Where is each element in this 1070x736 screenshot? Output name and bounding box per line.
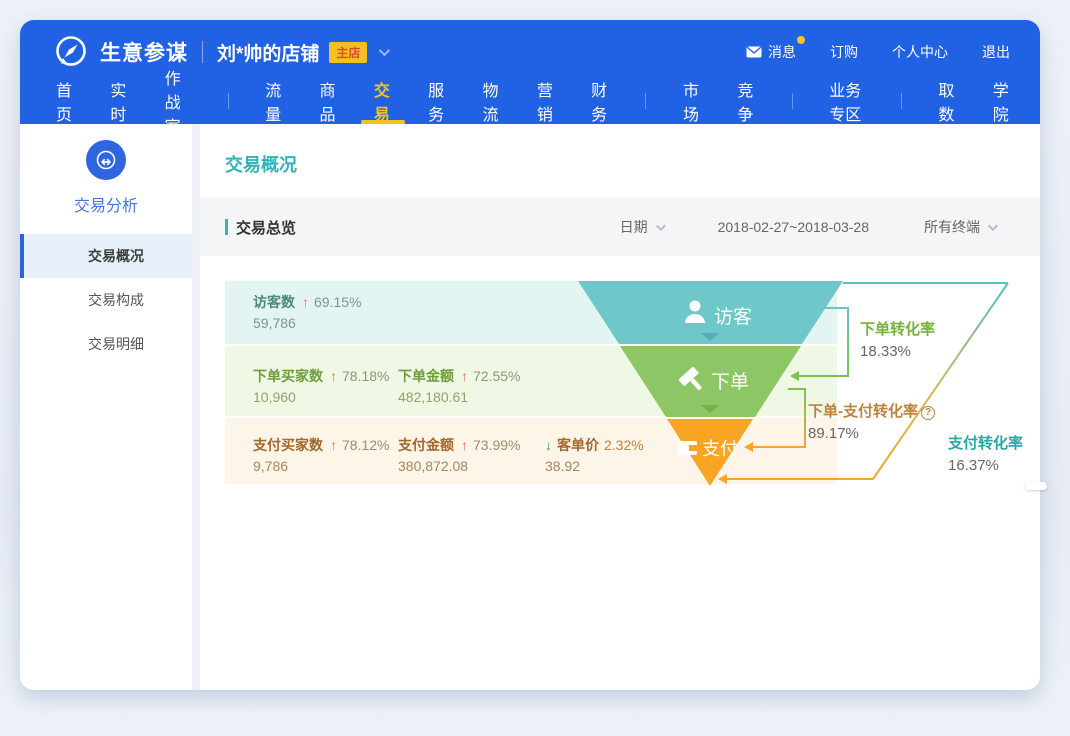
main-store-badge: 主店 [329,42,367,63]
nav-market[interactable]: 市场 [683,78,700,124]
nav-home[interactable]: 首页 [56,78,73,124]
messages-link[interactable]: 消息 [746,42,796,62]
date-range-picker[interactable]: 2018-02-27~2018-03-28 [718,219,869,235]
date-range-value: 2018-02-27~2018-03-28 [718,219,869,235]
header-utility-links: 消息 订购 个人中心 退出 [746,42,1010,62]
stage-label-payments: 支付 [702,439,738,459]
metric-order-buyers: 下单买家数↑78.18% 10,960 [253,366,389,408]
envelope-icon [746,46,762,58]
date-mode-dropdown[interactable]: 日期 [620,217,663,237]
top-header: 生意参谋 刘*帅的店铺 主店 消息 订购 个人中心 退出 首页 [20,20,1040,124]
chevron-down-icon [656,221,666,231]
nav-business-zone[interactable]: 业务专区 [829,78,864,124]
link-logout[interactable]: 退出 [982,42,1010,62]
funnel-chart: 访客 下单 支付 访客数↑69.15% 59,786 [200,256,1040,690]
nav-separator [645,93,646,109]
filter-bar: 交易总览 日期 2018-02-27~2018-03-28 所有终端 [200,198,1040,256]
stage-label-orders: 下单 [711,371,749,393]
primary-nav: 首页 实时 作战室 流量 商品 交易 服务 物流 营销 财务 市场 竞争 业务专… [20,78,1040,124]
nav-data-fetch[interactable]: 取数 [938,78,955,124]
nav-logistics[interactable]: 物流 [483,78,500,124]
nav-services[interactable]: 服务 [428,78,445,124]
nav-traffic[interactable]: 流量 [265,78,282,124]
payment-wallet-icon [678,441,697,455]
terminal-dropdown[interactable]: 所有终端 [924,217,995,237]
nav-products[interactable]: 商品 [320,78,337,124]
sidebar-item-transaction-details[interactable]: 交易明细 [20,322,192,366]
conversion-order-rate: 下单转化率 18.33% [860,319,935,363]
sidebar-item-transaction-overview[interactable]: 交易概况 [20,234,192,278]
help-icon[interactable]: ? [921,406,935,420]
conversion-payment-rate: 支付转化率 16.37% [948,433,1023,477]
sidebar-section-title: 交易分析 [20,192,192,216]
header-divider [202,41,203,63]
nav-war-room[interactable]: 作战室 [165,78,191,124]
nav-separator [792,93,793,109]
panel-title: 交易总览 [225,217,296,238]
nav-separator [901,93,902,109]
nav-transactions[interactable]: 交易 [374,78,391,124]
nav-separator [228,93,229,109]
chevron-down-icon [988,221,998,231]
page-title: 交易概况 [200,124,1040,198]
app-window: 生意参谋 刘*帅的店铺 主店 消息 订购 个人中心 退出 首页 [20,20,1040,690]
metric-avg-order-value: ↓客单价2.32% 38.92 [545,435,644,477]
nav-competition[interactable]: 竞争 [737,78,754,124]
sidebar-header: 交易分析 [20,124,192,234]
desktop-background: { "header": { "brand": "生意参谋", "shop_nam… [0,0,1070,736]
title-accent-bar [225,219,228,235]
nav-academy[interactable]: 学院 [993,78,1010,124]
terminal-value: 所有终端 [924,217,980,237]
nav-finance[interactable]: 财务 [591,78,608,124]
metric-visitor-count: 访客数↑69.15% 59,786 [253,292,361,334]
link-subscribe[interactable]: 订购 [830,42,858,62]
app-body: 交易分析 交易概况 交易构成 交易明细 交易概况 交易总览 日期 [20,124,1040,690]
conversion-order-to-pay-rate: 下单-支付转化率? 89.17% [808,401,935,445]
notification-dot [797,36,805,44]
date-mode-label: 日期 [620,217,648,237]
filters: 日期 2018-02-27~2018-03-28 所有终端 [620,217,995,237]
link-personal-center[interactable]: 个人中心 [892,42,948,62]
edge-handle[interactable] [1025,482,1047,490]
panel-gap [192,124,200,690]
messages-label: 消息 [768,42,796,62]
sycm-compass-logo-icon [52,33,90,71]
nav-marketing[interactable]: 营销 [537,78,554,124]
metric-payment-amount: 支付金额↑73.99% 380,872.08 [398,435,520,477]
nav-realtime[interactable]: 实时 [110,78,127,124]
metric-order-amount: 下单金额↑72.55% 482,180.61 [398,366,520,408]
brand-name: 生意参谋 [100,37,188,67]
shop-name: 刘*帅的店铺 [217,39,319,66]
transaction-analysis-icon [86,140,126,180]
main-panel: 交易概况 交易总览 日期 2018-02-27~2018-03-28 所有终端 [200,124,1040,690]
sidebar-item-transaction-composition[interactable]: 交易构成 [20,278,192,322]
panel-title-text: 交易总览 [236,217,296,238]
stage-label-visitors: 访客 [714,306,752,328]
sidebar: 交易分析 交易概况 交易构成 交易明细 [20,124,192,690]
shop-switch-chevron-icon[interactable] [379,45,390,56]
metric-payment-buyers: 支付买家数↑78.12% 9,786 [253,435,389,477]
